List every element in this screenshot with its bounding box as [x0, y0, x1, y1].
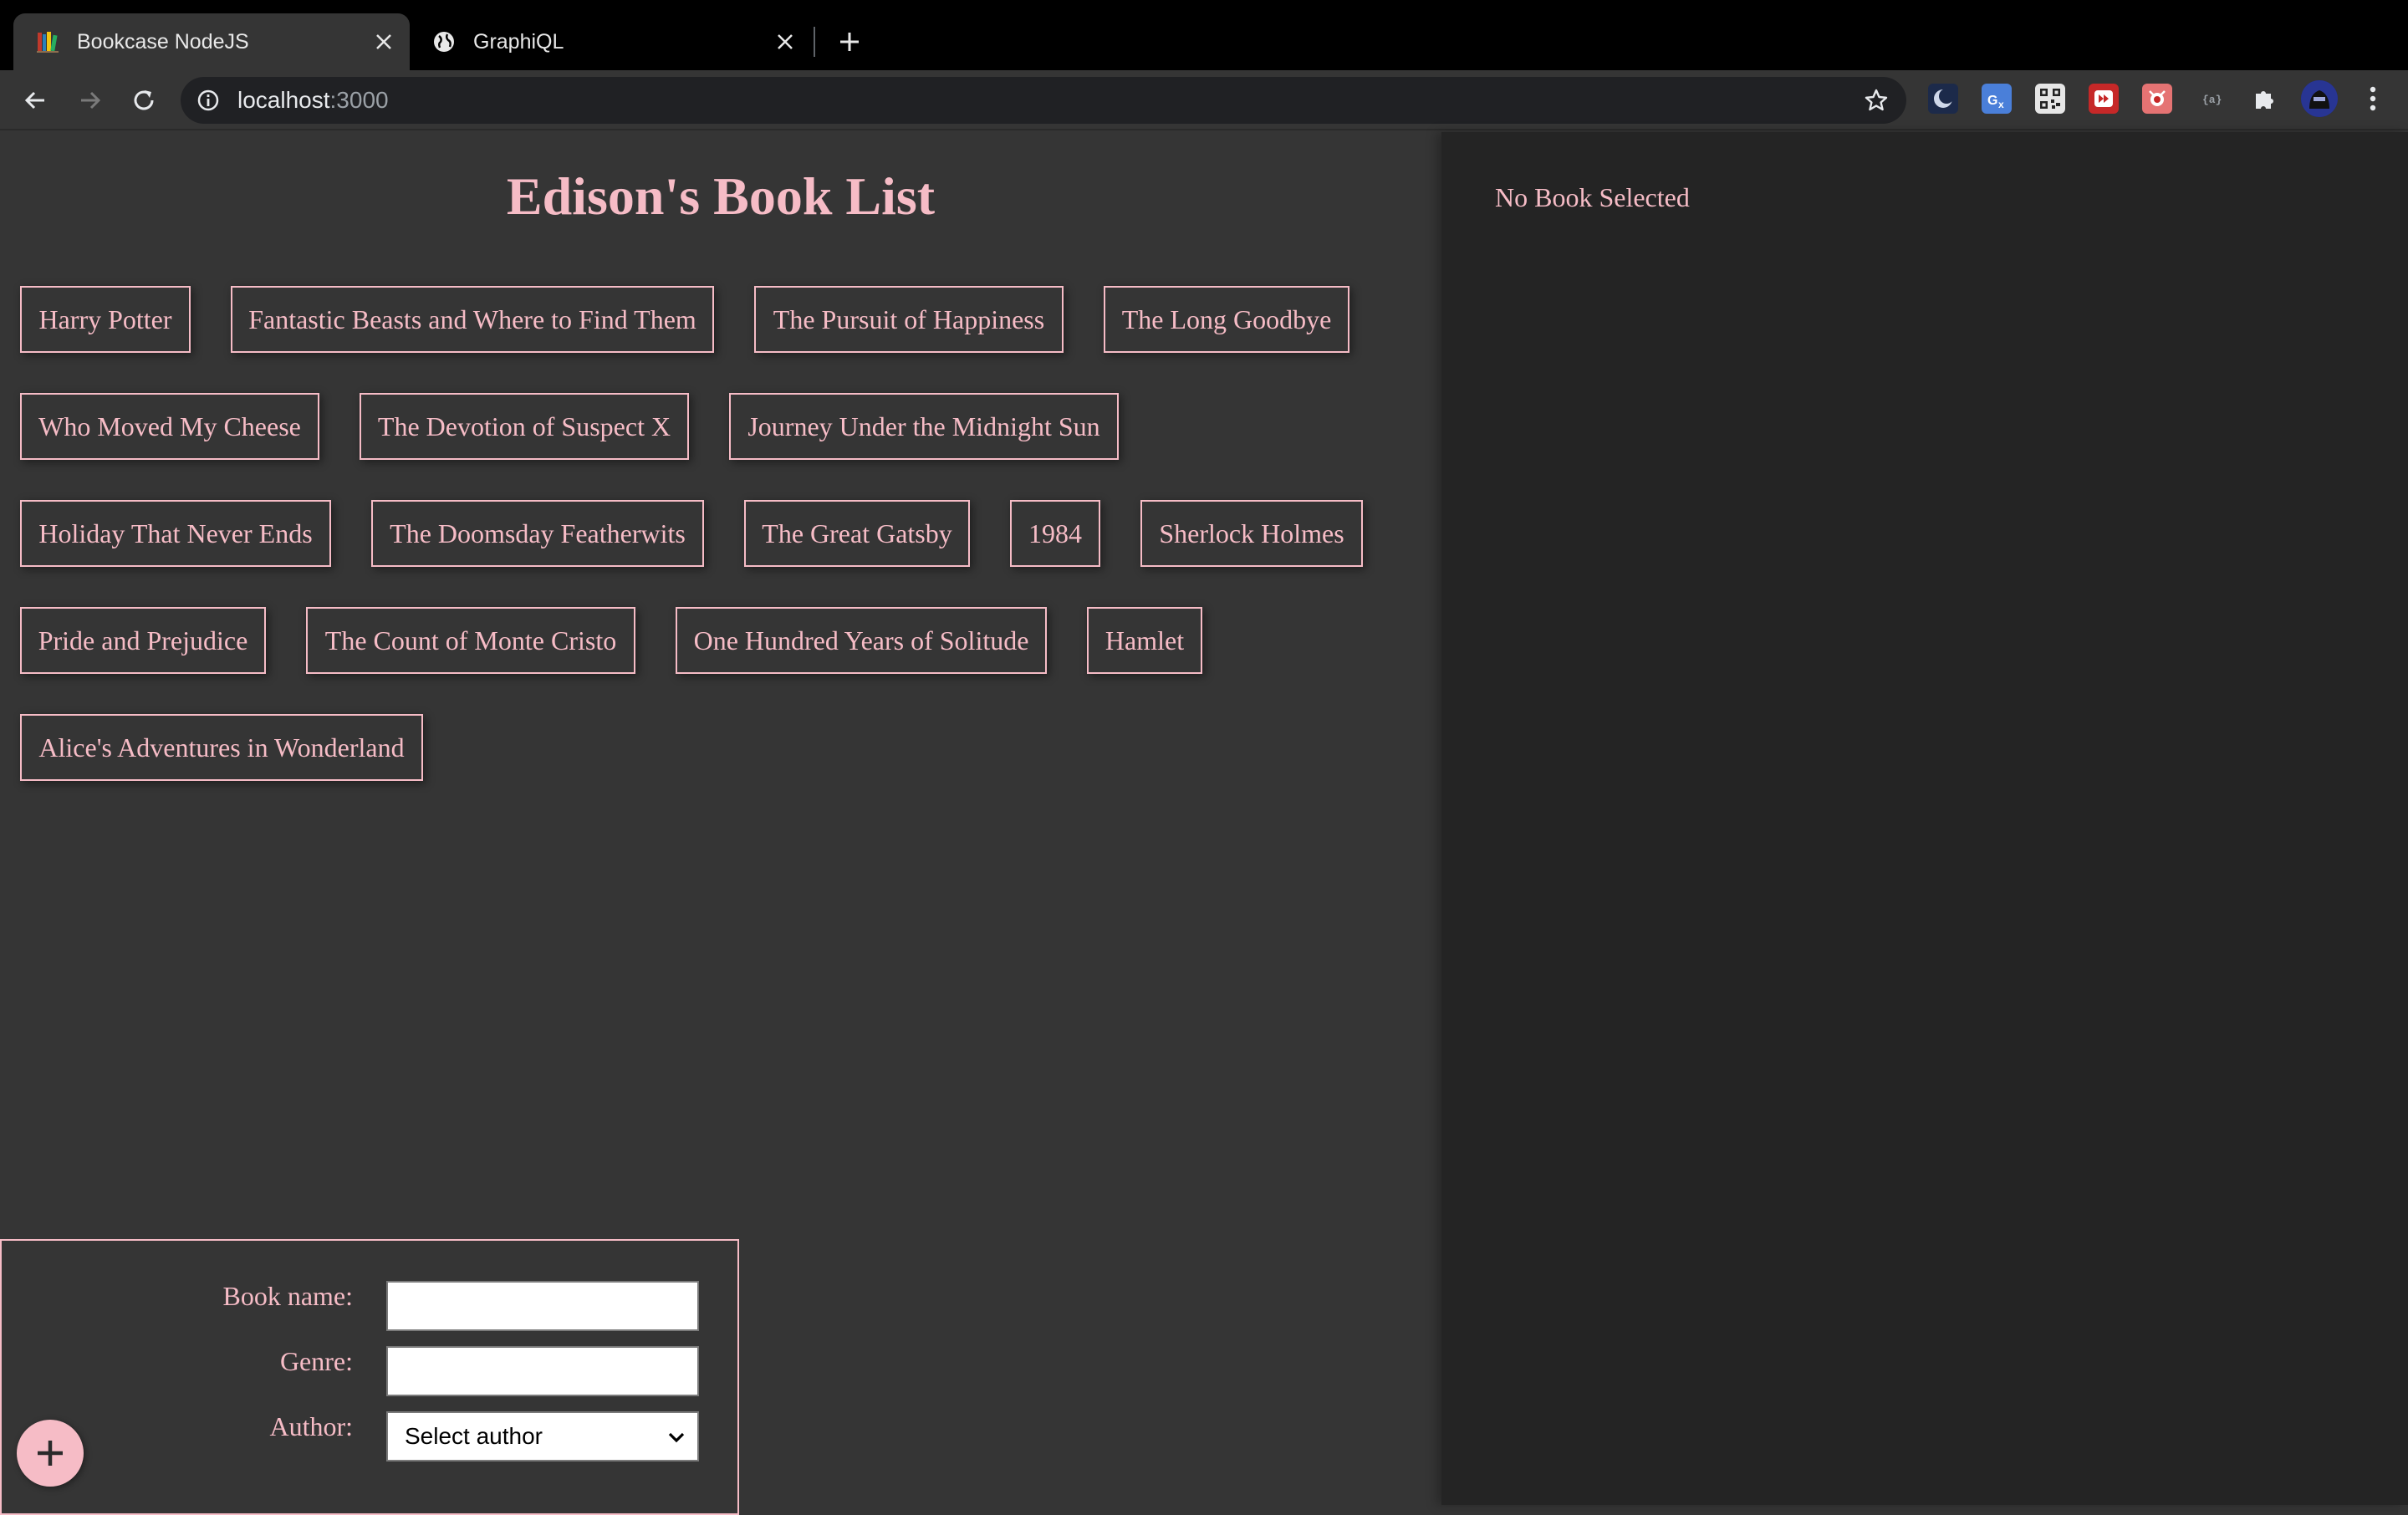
- book-details-panel: No Book Selected: [1441, 132, 2408, 1505]
- chevron-down-icon: [668, 1432, 685, 1443]
- tab-divider: [814, 27, 815, 57]
- back-button[interactable]: [17, 82, 54, 119]
- avatar[interactable]: [2301, 80, 2338, 117]
- close-icon[interactable]: [773, 29, 798, 54]
- author-select[interactable]: Select author: [386, 1411, 699, 1461]
- add-book-form: Book name: Genre: Author: Select author: [0, 1239, 739, 1515]
- book-item[interactable]: The Count of Monte Cristo: [306, 607, 635, 674]
- book-item[interactable]: Journey Under the Midnight Sun: [729, 393, 1119, 460]
- moon-extension-icon[interactable]: [1928, 84, 1958, 114]
- address-bar[interactable]: localhost:3000: [181, 77, 1906, 124]
- book-item[interactable]: Fantastic Beasts and Where to Find Them: [231, 286, 714, 353]
- plus-icon: [38, 1441, 63, 1466]
- close-icon[interactable]: [371, 29, 396, 54]
- tab-bookcase[interactable]: Bookcase NodeJS: [13, 13, 410, 70]
- book-item[interactable]: Pride and Prejudice: [20, 607, 266, 674]
- tab-title: GraphiQL: [473, 29, 564, 54]
- add-book-button[interactable]: [17, 1420, 84, 1487]
- genre-label: Genre:: [279, 1346, 353, 1376]
- new-tab-button[interactable]: [833, 25, 866, 59]
- globe-icon: [431, 29, 457, 54]
- author-select-value: Select author: [405, 1423, 543, 1449]
- book-name-input[interactable]: [386, 1281, 699, 1331]
- book-list: Harry Potter Fantastic Beasts and Where …: [0, 132, 1441, 801]
- media-extension-icon[interactable]: [2089, 84, 2119, 114]
- svg-text:x: x: [1998, 99, 2004, 110]
- book-item[interactable]: The Doomsday Featherwits: [371, 500, 704, 567]
- svg-text:{a}: {a}: [2202, 94, 2222, 106]
- book-item[interactable]: One Hundred Years of Solitude: [676, 607, 1047, 674]
- reload-button[interactable]: [125, 82, 162, 119]
- more-menu-icon[interactable]: [2358, 84, 2388, 114]
- translate-extension-icon[interactable]: Gx: [1982, 84, 2012, 114]
- book-item[interactable]: Who Moved My Cheese: [20, 393, 319, 460]
- forward-arrow-icon: [81, 91, 101, 110]
- reload-icon: [134, 90, 154, 110]
- genre-input[interactable]: [386, 1346, 699, 1396]
- book-item[interactable]: Sherlock Holmes: [1140, 500, 1363, 567]
- url-host: localhost: [237, 87, 330, 113]
- book-item[interactable]: Alice's Adventures in Wonderland: [20, 714, 423, 781]
- book-item[interactable]: The Devotion of Suspect X: [360, 393, 689, 460]
- main-panel: Edison's Book List Harry Potter Fantasti…: [0, 132, 1441, 1515]
- tab-strip: Bookcase NodeJS GraphiQL: [0, 0, 2408, 70]
- svg-text:G: G: [1987, 94, 1997, 108]
- book-item[interactable]: The Pursuit of Happiness: [754, 286, 1064, 353]
- qr-code-extension-icon[interactable]: [2035, 84, 2065, 114]
- json-extension-icon[interactable]: {a}: [2196, 84, 2226, 114]
- forward-button[interactable]: [72, 82, 109, 119]
- bug-extension-icon[interactable]: [2142, 84, 2172, 114]
- book-item[interactable]: The Long Goodbye: [1104, 286, 1349, 353]
- tab-graphiql[interactable]: GraphiQL: [410, 13, 811, 70]
- book-name-label: Book name:: [222, 1281, 353, 1311]
- book-item[interactable]: 1984: [1010, 500, 1100, 567]
- book-item[interactable]: The Great Gatsby: [744, 500, 970, 567]
- info-icon[interactable]: [196, 88, 221, 113]
- book-item[interactable]: Harry Potter: [20, 286, 191, 353]
- url-port: :3000: [329, 87, 389, 113]
- books-icon: [35, 29, 60, 54]
- no-book-selected-text: No Book Selected: [1495, 182, 1690, 212]
- back-arrow-icon: [24, 91, 44, 110]
- page-content: Edison's Book List Harry Potter Fantasti…: [0, 132, 2408, 1515]
- puzzle-extensions-icon[interactable]: [2249, 84, 2279, 114]
- book-item[interactable]: Holiday That Never Ends: [20, 500, 331, 567]
- tab-title: Bookcase NodeJS: [77, 29, 249, 54]
- book-item[interactable]: Hamlet: [1087, 607, 1202, 674]
- bookmark-star-icon[interactable]: [1863, 87, 1890, 114]
- plus-icon: [840, 33, 859, 51]
